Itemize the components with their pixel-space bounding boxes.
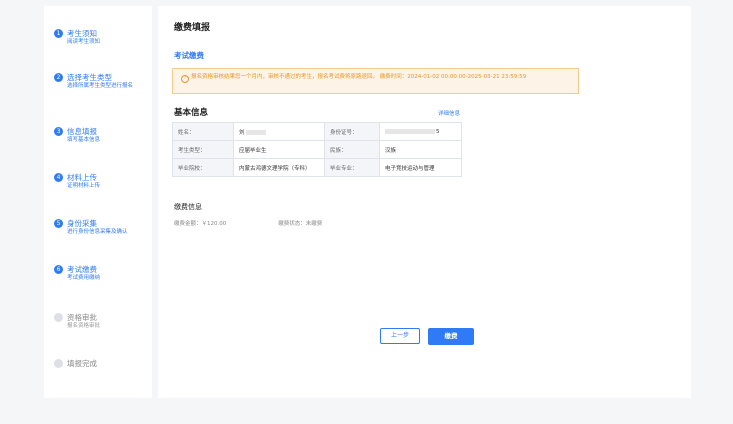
step-number-badge: 4 (54, 173, 63, 182)
step-number-badge: 5 (54, 219, 63, 228)
name-label: 姓名： (172, 122, 234, 141)
table-row: 考生类型： 应届毕业生 民族： 汉族 (172, 140, 462, 159)
payment-info-title: 缴费信息 (174, 203, 202, 211)
step-title: 填报完成 (67, 359, 97, 368)
name-cell: 刘 (233, 122, 325, 141)
step-desc: 考试费用缴纳 (67, 275, 101, 281)
step-desc: 报名资格审批 (67, 323, 101, 329)
pay-button[interactable]: 缴费 (428, 328, 474, 345)
basic-info-title: 基本信息 (174, 108, 209, 118)
step-title: 资格审批 (67, 313, 97, 322)
table-row: 姓名： 刘 身份证号： 5 (172, 122, 462, 141)
step-number-badge: 8 (54, 359, 63, 368)
step-desc: 证明材料上传 (67, 183, 101, 189)
step-title: 身份采集 (67, 219, 97, 228)
name-value: 刘 (239, 129, 245, 136)
masked-text (385, 128, 435, 134)
warning-icon: ! (181, 75, 189, 83)
step-desc: 选择所属考生类型进行报名 (67, 83, 134, 89)
step-desc: 阅读考生须知 (67, 39, 101, 45)
notice-text: 报名资格审核结果您一个月内，审核不通过的考生，报名考试费将原路退回。 缴费时间：… (191, 74, 527, 80)
nation-value: 汉族 (379, 140, 462, 159)
idcard-label: 身份证号： (324, 122, 380, 141)
step-desc: 填写基本信息 (67, 137, 101, 143)
status-value: 未缴费 (305, 221, 323, 227)
step-sidebar: 1 考生须知 阅读考生须知 2 选择考生类型 选择所属考生类型进行报名 3 信息… (44, 6, 152, 398)
masked-text (245, 129, 266, 135)
step-desc: 进行身份信息采集及确认 (67, 229, 128, 235)
idcard-value: 5 (436, 128, 440, 135)
nation-label: 民族： (324, 140, 380, 159)
detail-info-link[interactable]: 详细信息 (438, 109, 460, 117)
idcard-cell: 5 (379, 122, 462, 141)
main-panel: 缴费填报 考试缴费 ! 报名资格审核结果您一个月内，审核不通过的考生，报名考试费将… (158, 6, 691, 398)
step-title: 考试缴费 (67, 265, 97, 274)
major-value: 电子竞技运动与管理 (379, 158, 462, 177)
section-title: 考试缴费 (174, 51, 204, 60)
table-row: 毕业院校： 内蒙古鸿德文理学院（专科） 毕业专业： 电子竞技运动与管理 (172, 158, 462, 177)
major-label: 毕业专业： (324, 158, 380, 177)
status-label: 缴费状态： (278, 221, 306, 227)
step-number-badge: 3 (54, 127, 63, 136)
amount-value: ￥120.00 (201, 221, 227, 227)
step-title: 材料上传 (67, 173, 97, 182)
amount-label: 缴费金额： (174, 221, 202, 227)
step-number-badge: 1 (54, 29, 63, 38)
school-value: 内蒙古鸿德文理学院（专科） (233, 158, 325, 177)
page-title: 缴费填报 (174, 23, 211, 33)
step-title: 信息填报 (67, 127, 97, 136)
step-title: 选择考生类型 (67, 73, 112, 82)
prev-step-button[interactable]: 上一步 (380, 328, 420, 344)
step-number-badge: 6 (54, 265, 63, 274)
type-label: 考生类型： (172, 140, 234, 159)
step-number-badge: 7 (54, 313, 63, 322)
payment-notice: ! 报名资格审核结果您一个月内，审核不通过的考生，报名考试费将原路退回。 缴费时间… (172, 68, 579, 94)
basic-info-table: 姓名： 刘 身份证号： 5 考生类型： 应届毕业生 民族： 汉族 毕业院校： 内… (172, 122, 462, 177)
step-number-badge: 2 (54, 73, 63, 82)
type-value: 应届毕业生 (233, 140, 325, 159)
payment-info-line: 缴费金额：￥120.00 缴费状态：未缴费 (174, 219, 322, 227)
step-title: 考生须知 (67, 29, 97, 38)
school-label: 毕业院校： (172, 158, 234, 177)
